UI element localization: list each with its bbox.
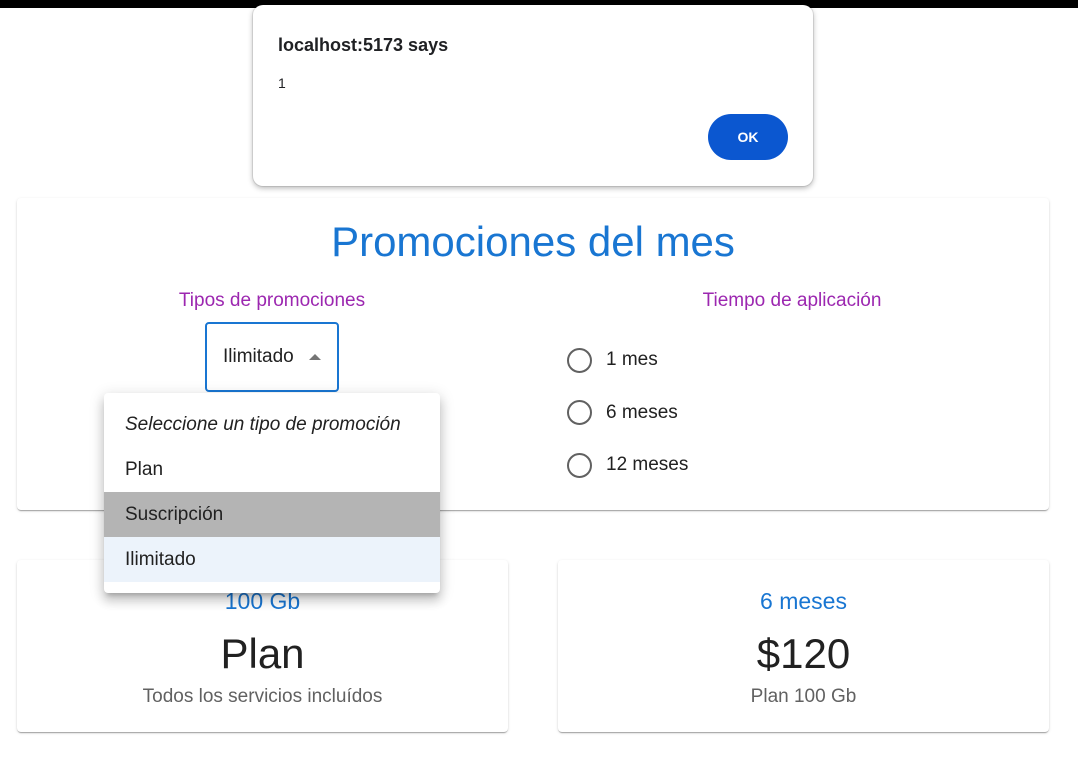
radio-label: 1 mes xyxy=(606,349,658,371)
select-value: Ilimitado xyxy=(223,346,294,367)
menu-item-ilimitado[interactable]: Ilimitado xyxy=(104,537,440,582)
alert-dialog: localhost:5173 says 1 OK xyxy=(253,5,813,186)
radio-12-meses[interactable]: 12 meses xyxy=(567,439,688,492)
card-description: Todos los servicios incluídos xyxy=(142,686,383,707)
promotion-type-dropdown-menu: Seleccione un tipo de promoción Plan Sus… xyxy=(104,393,440,593)
radio-button-icon[interactable] xyxy=(567,452,592,478)
radio-6-meses[interactable]: 6 meses xyxy=(567,387,688,440)
dialog-message: 1 xyxy=(278,75,286,91)
dialog-title: localhost:5173 says xyxy=(278,35,449,55)
radio-label: 6 meses xyxy=(606,401,678,423)
radio-button-icon[interactable] xyxy=(567,347,592,373)
radio-button-icon[interactable] xyxy=(567,400,592,426)
ok-button[interactable]: OK xyxy=(708,114,788,160)
radio-label: 12 meses xyxy=(606,454,689,476)
card-description: Plan 100 Gb xyxy=(750,686,857,707)
card-headline: $120 xyxy=(756,630,851,677)
application-time-label: Tiempo de aplicación xyxy=(702,290,882,311)
time-radio-group: 1 mes 6 meses 12 meses xyxy=(567,334,688,492)
radio-1-mes[interactable]: 1 mes xyxy=(567,334,688,387)
menu-item-suscripcion[interactable]: Suscripción xyxy=(104,492,440,537)
card-subtitle: 6 meses xyxy=(760,588,847,614)
promotion-type-select[interactable]: Ilimitado xyxy=(205,322,339,392)
promotion-card-price: 6 meses $120 Plan 100 Gb xyxy=(558,560,1049,732)
menu-item-placeholder[interactable]: Seleccione un tipo de promoción xyxy=(104,402,440,447)
menu-item-plan[interactable]: Plan xyxy=(104,447,440,492)
arrow-up-icon xyxy=(309,354,321,360)
promotion-types-label: Tipos de promociones xyxy=(178,290,366,311)
card-headline: Plan xyxy=(220,630,305,677)
page-title: Promociones del mes xyxy=(331,218,735,265)
